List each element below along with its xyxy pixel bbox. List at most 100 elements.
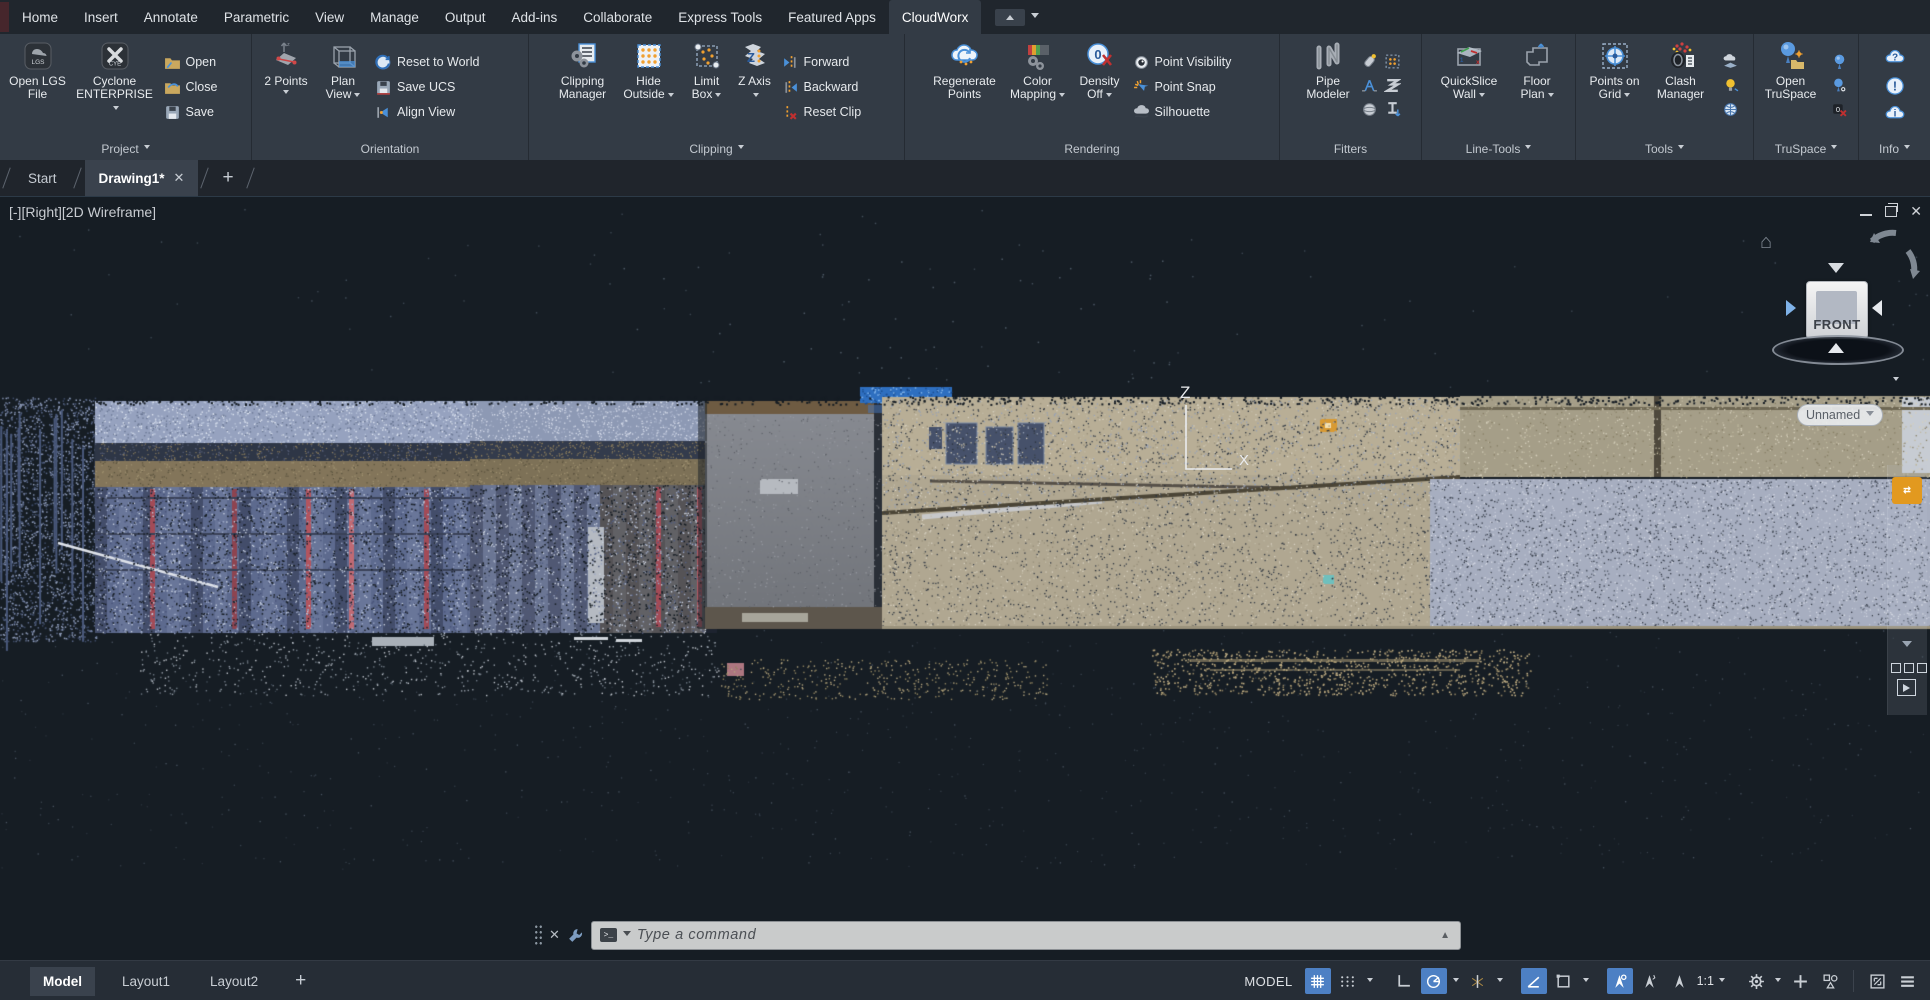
- drawing-viewport[interactable]: [-][Right][2D Wireframe] ✕ ⌂ FRONT Z: [0, 196, 1930, 961]
- menu-cloudworx[interactable]: CloudWorx: [889, 0, 982, 34]
- save-ucs-button[interactable]: Save UCS: [372, 75, 522, 100]
- minimize-icon[interactable]: [1860, 214, 1872, 216]
- ortho-button[interactable]: [1391, 968, 1417, 994]
- tools-extra-2-button[interactable]: [1716, 76, 1746, 98]
- reset-clip-button[interactable]: Reset Clip: [779, 100, 883, 125]
- model-tab[interactable]: Model: [30, 967, 95, 996]
- panel-title-clipping[interactable]: Clipping: [529, 137, 904, 160]
- help-button[interactable]: ?: [1884, 47, 1906, 72]
- panel-title-rendering[interactable]: Rendering: [905, 137, 1279, 160]
- iso-caret-icon[interactable]: [1497, 978, 1503, 985]
- osnap-caret-icon[interactable]: [1583, 978, 1589, 985]
- viewcube-bottom-arrow[interactable]: [1828, 343, 1844, 353]
- annotation-autoscale-button[interactable]: [1637, 968, 1663, 994]
- isometric-drafting-button[interactable]: [1465, 968, 1491, 994]
- close-drawing-icon[interactable]: ✕: [174, 170, 185, 186]
- panel-title-fitters[interactable]: Fitters: [1280, 137, 1421, 160]
- layout2-tab[interactable]: Layout2: [197, 967, 271, 996]
- menu-home[interactable]: Home: [9, 0, 71, 34]
- snap-mode-button[interactable]: [1335, 968, 1361, 994]
- annotation-scale-value[interactable]: 1:1: [1697, 974, 1727, 988]
- menu-collaborate[interactable]: Collaborate: [570, 0, 665, 34]
- fitter-steel-button[interactable]: [1383, 76, 1402, 98]
- quickslice-wall-button[interactable]: 1 x QuickSlice Wall: [1432, 37, 1506, 137]
- point-visibility-button[interactable]: Point Visibility: [1130, 50, 1258, 75]
- tools-extra-3-button[interactable]: [1716, 100, 1746, 122]
- object-snap-button[interactable]: [1551, 968, 1577, 994]
- ucs-name-badge[interactable]: Unnamed: [1797, 404, 1883, 426]
- command-history-caret[interactable]: [623, 931, 631, 940]
- fitter-beam-button[interactable]: [1383, 100, 1402, 122]
- orbit-arrows-icon[interactable]: [1862, 227, 1920, 291]
- new-layout-button[interactable]: +: [285, 970, 316, 992]
- truspace-extra-2-button[interactable]: [1826, 76, 1854, 98]
- menu-insert[interactable]: Insert: [71, 0, 131, 34]
- drawing1-tab[interactable]: Drawing1* ✕: [85, 160, 199, 196]
- new-drawing-button[interactable]: +: [212, 160, 243, 196]
- menu-manage[interactable]: Manage: [357, 0, 432, 34]
- silhouette-button[interactable]: Silhouette: [1130, 100, 1258, 125]
- plan-view-button[interactable]: Plan View: [317, 37, 369, 137]
- hide-outside-button[interactable]: Hide Outside: [618, 37, 680, 137]
- command-expand-icon[interactable]: ▲: [1440, 930, 1450, 941]
- customization-button[interactable]: [1787, 968, 1813, 994]
- menu-express-tools[interactable]: Express Tools: [665, 0, 775, 34]
- viewport-controls-label[interactable]: [-][Right][2D Wireframe]: [9, 204, 156, 220]
- viewcube-front-face[interactable]: FRONT: [1807, 317, 1867, 332]
- viewcube-right-arrow[interactable]: [1872, 300, 1882, 316]
- command-close-icon[interactable]: ✕: [549, 927, 560, 943]
- panel-title-info[interactable]: Info: [1859, 137, 1930, 160]
- menu-annotate[interactable]: Annotate: [131, 0, 211, 34]
- pipe-modeler-button[interactable]: Pipe Modeler: [1299, 37, 1357, 137]
- space-indicator[interactable]: MODEL: [1244, 974, 1292, 989]
- point-snap-button[interactable]: Point Snap: [1130, 75, 1258, 100]
- grid-display-button[interactable]: [1305, 968, 1331, 994]
- viewcube-left-arrow[interactable]: [1786, 300, 1796, 316]
- layout1-tab[interactable]: Layout1: [109, 967, 183, 996]
- clip-backward-button[interactable]: Backward: [779, 75, 883, 100]
- color-mapping-button[interactable]: Color Mapping: [1006, 37, 1070, 137]
- limit-box-button[interactable]: Limit Box: [683, 37, 731, 137]
- start-tab[interactable]: Start: [14, 160, 71, 196]
- truspace-extra-1-button[interactable]: [1826, 52, 1854, 74]
- open-lgs-file-button[interactable]: LGS Open LGS File: [7, 37, 69, 137]
- panel-title-line-tools[interactable]: Line-Tools: [1422, 137, 1575, 160]
- regenerate-points-button[interactable]: Regenerate Points: [927, 37, 1003, 137]
- menu-output[interactable]: Output: [432, 0, 499, 34]
- fitter-align-button[interactable]: [1360, 76, 1379, 98]
- panel-title-tools[interactable]: Tools: [1576, 137, 1753, 160]
- strip-play-button[interactable]: [1897, 679, 1916, 696]
- isolate-objects-button[interactable]: [1817, 968, 1843, 994]
- open-truspace-button[interactable]: Open TruSpace: [1759, 37, 1823, 137]
- command-input[interactable]: >_ Type a command ▲: [591, 921, 1461, 950]
- cyclone-enterprise-button[interactable]: CYE Cyclone ENTERPRISE: [72, 37, 158, 137]
- restore-icon[interactable]: [1885, 206, 1897, 217]
- object-snap-tracking-button[interactable]: [1521, 968, 1547, 994]
- status-menu-button[interactable]: [1894, 968, 1920, 994]
- point-cloud-canvas[interactable]: [0, 197, 1930, 961]
- workspace-caret-icon[interactable]: [1775, 978, 1781, 985]
- command-bar-grip[interactable]: [533, 923, 542, 947]
- truspace-extra-3-button[interactable]: 0: [1826, 100, 1854, 122]
- panel-title-truspace[interactable]: TruSpace: [1754, 137, 1858, 160]
- fitter-cylinder-button[interactable]: [1360, 52, 1379, 74]
- annotation-visibility-button[interactable]: [1607, 968, 1633, 994]
- density-button[interactable]: 0 Density Off: [1073, 37, 1127, 137]
- viewcube-top-arrow[interactable]: [1828, 263, 1844, 273]
- save-button[interactable]: Save: [161, 100, 245, 125]
- polar-tracking-button[interactable]: [1421, 968, 1447, 994]
- close-icon[interactable]: ✕: [1910, 205, 1922, 217]
- warning-button[interactable]: !: [1884, 75, 1906, 100]
- viewcube-menu-caret[interactable]: [1893, 369, 1899, 387]
- panel-title-project[interactable]: Project: [0, 137, 251, 160]
- menu-view[interactable]: View: [302, 0, 357, 34]
- menu-parametric[interactable]: Parametric: [211, 0, 302, 34]
- polar-caret-icon[interactable]: [1453, 978, 1459, 985]
- clash-manager-button[interactable]: Clash Manager: [1649, 37, 1713, 137]
- snap-caret-icon[interactable]: [1367, 978, 1373, 985]
- fitter-sphere-button[interactable]: [1360, 100, 1379, 122]
- menu-featured-apps[interactable]: Featured Apps: [775, 0, 889, 34]
- ribbon-collapse-control[interactable]: [995, 0, 1039, 34]
- scan-target-sticker[interactable]: ⇄: [1892, 477, 1922, 504]
- close-button[interactable]: Close: [161, 75, 245, 100]
